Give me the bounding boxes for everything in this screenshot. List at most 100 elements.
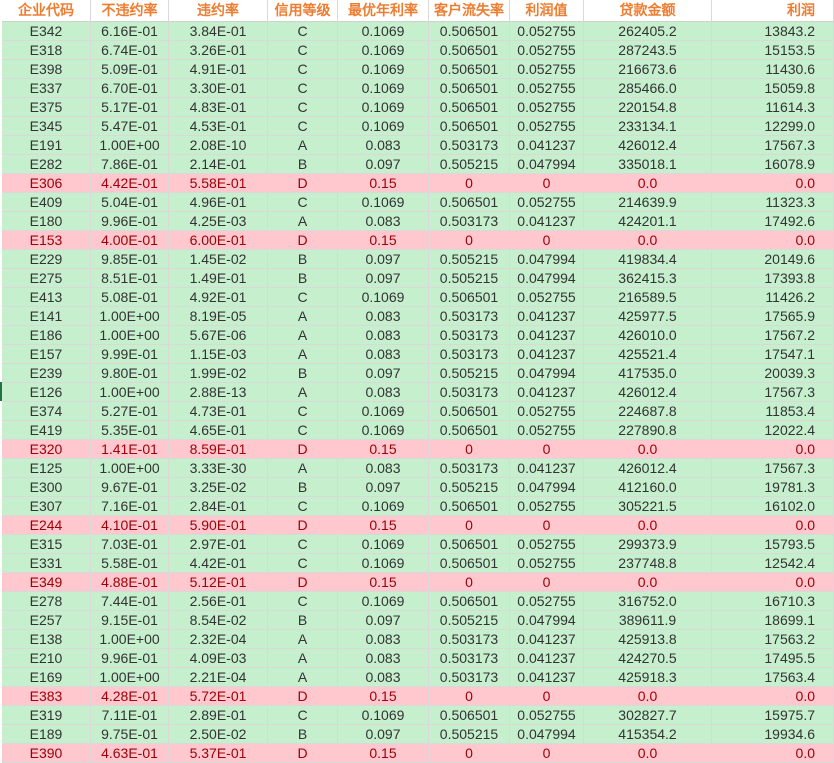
- table-cell[interactable]: 0.506501: [429, 554, 510, 573]
- table-cell[interactable]: 425913.8: [584, 630, 712, 649]
- table-cell[interactable]: 417535.0: [584, 364, 712, 383]
- table-cell[interactable]: 0.1069: [338, 554, 429, 573]
- table-cell[interactable]: 0.506501: [429, 288, 510, 307]
- table-cell[interactable]: E319: [2, 706, 91, 725]
- table-cell[interactable]: 4.00E-01: [91, 231, 169, 250]
- table-cell[interactable]: 0.15: [338, 687, 429, 706]
- table-cell[interactable]: 0.047994: [510, 250, 584, 269]
- table-cell[interactable]: E349: [2, 573, 91, 592]
- table-cell[interactable]: E186: [2, 326, 91, 345]
- table-cell[interactable]: 5.04E-01: [91, 193, 169, 212]
- table-cell[interactable]: 285466.0: [584, 79, 712, 98]
- table-cell[interactable]: E153: [2, 231, 91, 250]
- table-cell[interactable]: 2.56E-01: [169, 592, 268, 611]
- table-cell[interactable]: 8.51E-01: [91, 269, 169, 288]
- table-cell[interactable]: 0.1069: [338, 497, 429, 516]
- table-cell[interactable]: 9.67E-01: [91, 478, 169, 497]
- table-cell[interactable]: 4.28E-01: [91, 687, 169, 706]
- table-cell[interactable]: 0.083: [338, 345, 429, 364]
- table-cell[interactable]: 0.052755: [510, 402, 584, 421]
- table-cell[interactable]: 17492.6: [712, 212, 834, 231]
- table-cell[interactable]: 0.503173: [429, 307, 510, 326]
- table-cell[interactable]: 16102.0: [712, 497, 834, 516]
- table-cell[interactable]: C: [268, 592, 338, 611]
- table-cell[interactable]: 2.50E-02: [169, 725, 268, 744]
- table-cell[interactable]: 0.506501: [429, 706, 510, 725]
- table-cell[interactable]: 9.15E-01: [91, 611, 169, 630]
- table-cell[interactable]: B: [268, 725, 338, 744]
- table-cell[interactable]: 0.503173: [429, 459, 510, 478]
- table-cell[interactable]: 0.506501: [429, 41, 510, 60]
- table-cell[interactable]: 0.0: [584, 174, 712, 193]
- table-cell[interactable]: 8.59E-01: [169, 440, 268, 459]
- table-cell[interactable]: 0: [429, 744, 510, 763]
- table-cell[interactable]: 0.0: [712, 687, 834, 706]
- table-cell[interactable]: 11426.2: [712, 288, 834, 307]
- table-cell[interactable]: 0.506501: [429, 117, 510, 136]
- table-cell[interactable]: E342: [2, 22, 91, 41]
- table-cell[interactable]: 0: [429, 231, 510, 250]
- table-cell[interactable]: 0.505215: [429, 269, 510, 288]
- column-header[interactable]: 利润: [712, 0, 834, 22]
- table-cell[interactable]: C: [268, 421, 338, 440]
- table-cell[interactable]: A: [268, 630, 338, 649]
- table-cell[interactable]: 19781.3: [712, 478, 834, 497]
- table-cell[interactable]: D: [268, 440, 338, 459]
- column-header[interactable]: 利润值: [510, 0, 584, 22]
- table-cell[interactable]: 5.72E-01: [169, 687, 268, 706]
- table-cell[interactable]: 12542.4: [712, 554, 834, 573]
- table-cell[interactable]: E318: [2, 41, 91, 60]
- table-cell[interactable]: E157: [2, 345, 91, 364]
- table-cell[interactable]: 0.505215: [429, 364, 510, 383]
- table-cell[interactable]: 7.44E-01: [91, 592, 169, 611]
- table-cell[interactable]: 17495.5: [712, 649, 834, 668]
- table-cell[interactable]: 0.083: [338, 212, 429, 231]
- table-cell[interactable]: 0.052755: [510, 193, 584, 212]
- table-cell[interactable]: 1.00E+00: [91, 326, 169, 345]
- table-cell[interactable]: 0.041237: [510, 307, 584, 326]
- table-cell[interactable]: 0.0: [584, 231, 712, 250]
- table-cell[interactable]: 0.047994: [510, 364, 584, 383]
- table-cell[interactable]: 8.54E-02: [169, 611, 268, 630]
- table-cell[interactable]: 425521.4: [584, 345, 712, 364]
- table-cell[interactable]: 0.041237: [510, 326, 584, 345]
- table-cell[interactable]: 299373.9: [584, 535, 712, 554]
- table-cell[interactable]: 1.15E-03: [169, 345, 268, 364]
- table-cell[interactable]: C: [268, 288, 338, 307]
- table-cell[interactable]: 0.1069: [338, 288, 429, 307]
- table-cell[interactable]: E345: [2, 117, 91, 136]
- table-cell[interactable]: 0.506501: [429, 421, 510, 440]
- table-cell[interactable]: 0.052755: [510, 41, 584, 60]
- table-cell[interactable]: 302827.7: [584, 706, 712, 725]
- table-cell[interactable]: 5.08E-01: [91, 288, 169, 307]
- table-cell[interactable]: 0: [510, 744, 584, 763]
- table-cell[interactable]: 2.97E-01: [169, 535, 268, 554]
- table-cell[interactable]: 0.083: [338, 136, 429, 155]
- table-cell[interactable]: 5.67E-06: [169, 326, 268, 345]
- table-cell[interactable]: 2.21E-04: [169, 668, 268, 687]
- table-cell[interactable]: 0: [429, 174, 510, 193]
- table-cell[interactable]: 1.99E-02: [169, 364, 268, 383]
- table-cell[interactable]: 3.26E-01: [169, 41, 268, 60]
- table-cell[interactable]: 2.88E-13: [169, 383, 268, 402]
- table-cell[interactable]: 4.92E-01: [169, 288, 268, 307]
- table-cell[interactable]: 0: [429, 687, 510, 706]
- table-cell[interactable]: 2.14E-01: [169, 155, 268, 174]
- table-cell[interactable]: D: [268, 516, 338, 535]
- table-cell[interactable]: 415354.2: [584, 725, 712, 744]
- table-cell[interactable]: 11323.3: [712, 193, 834, 212]
- table-cell[interactable]: E189: [2, 725, 91, 744]
- table-cell[interactable]: 389611.9: [584, 611, 712, 630]
- table-cell[interactable]: 4.09E-03: [169, 649, 268, 668]
- table-cell[interactable]: A: [268, 649, 338, 668]
- table-cell[interactable]: E275: [2, 269, 91, 288]
- table-cell[interactable]: 287243.5: [584, 41, 712, 60]
- table-cell[interactable]: 9.75E-01: [91, 725, 169, 744]
- table-cell[interactable]: C: [268, 535, 338, 554]
- table-cell[interactable]: 1.41E-01: [91, 440, 169, 459]
- table-cell[interactable]: 1.49E-01: [169, 269, 268, 288]
- table-cell[interactable]: B: [268, 269, 338, 288]
- table-cell[interactable]: 0.503173: [429, 383, 510, 402]
- table-cell[interactable]: C: [268, 60, 338, 79]
- table-cell[interactable]: 0.0: [712, 440, 834, 459]
